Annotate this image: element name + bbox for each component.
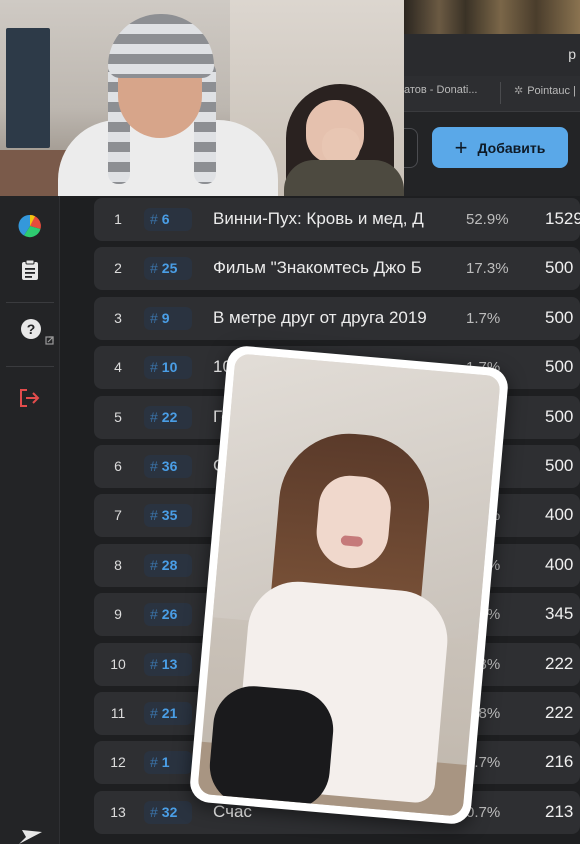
hash-icon: # (150, 408, 158, 425)
lot-amount[interactable]: 216 (545, 752, 580, 772)
svg-text:?: ? (27, 321, 36, 337)
lot-id-badge[interactable]: #10 (144, 356, 192, 380)
lot-title[interactable]: В метре друг от друга 2019 (213, 308, 451, 328)
logout-icon[interactable] (18, 386, 42, 410)
pie-chart-icon[interactable] (18, 214, 42, 238)
lot-id-badge[interactable]: #32 (144, 800, 192, 824)
lot-id-badge[interactable]: #36 (144, 455, 192, 478)
hash-icon: # (150, 260, 158, 277)
clipboard-icon[interactable] (18, 258, 42, 282)
webcam-hand (322, 128, 360, 164)
loading-icon: ✲ (514, 85, 524, 97)
webcam-monitor (6, 28, 50, 148)
lot-rank: 2 (114, 260, 122, 277)
lot-title[interactable]: Винни-Пух: Кровь и мед, Д (213, 209, 451, 229)
lot-rank: 8 (114, 556, 122, 573)
hash-icon: # (150, 211, 158, 227)
lot-percent: 17.3% (466, 260, 509, 278)
add-button-label: Добавить (477, 139, 546, 156)
hash-icon: # (150, 705, 158, 721)
lot-rank: 6 (114, 458, 122, 474)
lot-amount[interactable]: 500 (545, 308, 580, 328)
lot-id-badge[interactable]: #22 (144, 405, 192, 429)
lot-id-badge[interactable]: #21 (144, 702, 192, 725)
help-external-icon[interactable]: ? (18, 319, 58, 345)
lot-id-badge[interactable]: #9 (144, 306, 192, 330)
lot-amount[interactable]: 222 (545, 654, 580, 674)
lot-rank: 7 (114, 507, 122, 524)
lot-amount[interactable]: 345 (545, 604, 580, 624)
hash-icon: # (150, 754, 158, 771)
tab-donationalerts[interactable]: атов - Donati... (404, 84, 486, 96)
lot-rank: 4 (114, 359, 122, 376)
lot-amount[interactable]: 400 (545, 555, 580, 575)
lot-amount[interactable]: 213 (545, 802, 580, 822)
hash-icon: # (150, 309, 158, 326)
lot-id-badge[interactable]: #35 (144, 504, 192, 528)
photo-image (197, 353, 501, 817)
lot-row[interactable]: 3 #9 В метре друг от друга 2019 1.7% 500 (94, 296, 580, 340)
sidebar-divider (6, 366, 54, 367)
lot-name-input[interactable] (402, 128, 418, 168)
lot-title[interactable]: Фильм "Знакомтесь Джо Б (213, 258, 451, 278)
photo-lips (340, 535, 364, 548)
lot-row[interactable]: 1 #6 Винни-Пух: Кровь и мед, Д 52.9% 1529 (94, 198, 580, 241)
browser-background-image (404, 0, 580, 34)
lot-rank: 12 (110, 754, 126, 771)
browser-tabs: атов - Donati... ✲ Pointauc | (404, 76, 580, 112)
lot-rank: 10 (110, 655, 126, 672)
lot-percent: 1.7% (466, 309, 501, 327)
lot-rank: 1 (114, 211, 122, 227)
hash-icon: # (150, 803, 158, 820)
plus-icon: + (454, 134, 468, 160)
hash-icon: # (150, 359, 158, 376)
lot-amount[interactable]: 500 (545, 357, 580, 377)
add-lot-button[interactable]: + Добавить (432, 127, 568, 168)
address-bar[interactable]: p (404, 34, 580, 76)
lot-rank: 11 (110, 705, 126, 721)
lot-id-badge[interactable]: #26 (144, 603, 192, 627)
lot-percent: 0.7% (466, 803, 501, 821)
webcam-overlay (0, 0, 404, 196)
lot-rank: 13 (110, 803, 126, 820)
lot-id-badge[interactable]: #1 (144, 751, 192, 775)
hash-icon: # (150, 606, 158, 623)
send-icon[interactable] (18, 826, 44, 844)
lot-rank: 3 (114, 309, 122, 326)
lot-amount[interactable]: 500 (545, 407, 580, 427)
lot-amount[interactable]: 500 (545, 258, 580, 278)
webcam-striped-hat (108, 14, 214, 78)
lot-percent: 52.9% (466, 211, 509, 228)
hash-icon: # (150, 507, 158, 524)
hash-icon: # (150, 556, 158, 573)
hash-icon: # (150, 458, 158, 474)
lot-amount[interactable]: 400 (545, 505, 580, 525)
lot-id-badge[interactable]: #13 (144, 652, 192, 676)
lot-id-badge[interactable]: #28 (144, 553, 192, 577)
sidebar-divider (6, 302, 54, 303)
lot-amount[interactable]: 222 (545, 703, 580, 723)
address-text: p (568, 46, 576, 62)
tab-divider (500, 82, 501, 104)
lot-id-badge[interactable]: #6 (144, 208, 192, 231)
lot-id-badge[interactable]: #25 (144, 257, 192, 281)
lot-rank: 5 (114, 408, 122, 425)
hash-icon: # (150, 655, 158, 672)
lot-rank: 9 (114, 606, 122, 623)
webcam-second-person-body (284, 160, 404, 196)
tab-pointauc[interactable]: ✲ Pointauc | (514, 84, 580, 97)
photo-overlay-card (188, 344, 510, 826)
lot-amount[interactable]: 500 (545, 456, 580, 476)
lot-amount[interactable]: 1529 (545, 209, 580, 229)
sidebar: ? (0, 196, 60, 844)
lot-row[interactable]: 2 #25 Фильм "Знакомтесь Джо Б 17.3% 500 (94, 247, 580, 291)
photo-legs (206, 682, 337, 813)
